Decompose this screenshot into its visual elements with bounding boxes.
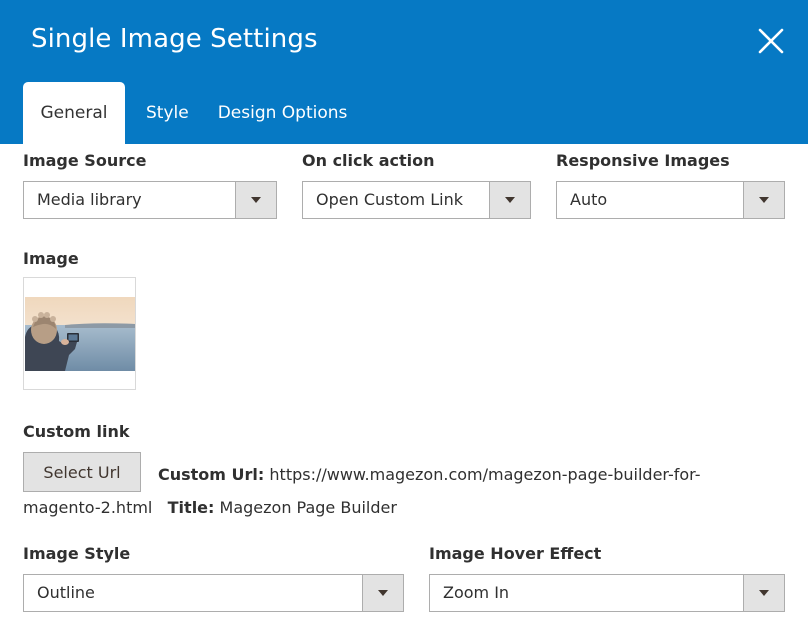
chevron-down-icon bbox=[251, 197, 261, 203]
image-thumbnail[interactable] bbox=[23, 277, 136, 390]
image-style-label: Image Style bbox=[23, 544, 131, 563]
tab-style[interactable]: Style bbox=[146, 82, 189, 144]
dialog-header: Single Image Settings General Style Desi… bbox=[0, 0, 808, 144]
on-click-action-select[interactable]: Open Custom Link bbox=[302, 181, 531, 219]
on-click-action-label: On click action bbox=[302, 151, 435, 170]
tab-general[interactable]: General bbox=[23, 82, 125, 144]
responsive-images-value: Auto bbox=[570, 190, 608, 209]
image-source-select[interactable]: Media library bbox=[23, 181, 277, 219]
on-click-action-value: Open Custom Link bbox=[316, 190, 463, 209]
image-preview bbox=[25, 297, 135, 371]
image-hover-effect-select[interactable]: Zoom In bbox=[429, 574, 785, 612]
custom-link-info: Custom Url: https://www.magezon.com/mage… bbox=[23, 458, 753, 524]
close-button[interactable] bbox=[752, 22, 790, 60]
tab-bar: General Style Design Options bbox=[23, 82, 347, 144]
close-icon bbox=[758, 28, 784, 54]
image-label: Image bbox=[23, 249, 79, 268]
custom-url-label: Custom Url: bbox=[158, 465, 265, 484]
dropdown-toggle[interactable] bbox=[743, 575, 784, 611]
chevron-down-icon bbox=[759, 590, 769, 596]
chevron-down-icon bbox=[505, 197, 515, 203]
title-value: Magezon Page Builder bbox=[219, 498, 397, 517]
dropdown-toggle[interactable] bbox=[743, 182, 784, 218]
tab-design-options[interactable]: Design Options bbox=[218, 82, 348, 144]
image-source-label: Image Source bbox=[23, 151, 147, 170]
image-style-value: Outline bbox=[37, 583, 95, 602]
image-hover-effect-value: Zoom In bbox=[443, 583, 510, 602]
dropdown-toggle[interactable] bbox=[489, 182, 530, 218]
dialog-title: Single Image Settings bbox=[31, 24, 318, 54]
responsive-images-select[interactable]: Auto bbox=[556, 181, 785, 219]
chevron-down-icon bbox=[378, 590, 388, 596]
title-label: Title: bbox=[167, 498, 215, 517]
dropdown-toggle[interactable] bbox=[235, 182, 276, 218]
responsive-images-label: Responsive Images bbox=[556, 151, 730, 170]
image-style-select[interactable]: Outline bbox=[23, 574, 404, 612]
image-hover-effect-label: Image Hover Effect bbox=[429, 544, 602, 563]
chevron-down-icon bbox=[759, 197, 769, 203]
dropdown-toggle[interactable] bbox=[362, 575, 403, 611]
image-source-value: Media library bbox=[37, 190, 142, 209]
custom-link-label: Custom link bbox=[23, 422, 130, 441]
